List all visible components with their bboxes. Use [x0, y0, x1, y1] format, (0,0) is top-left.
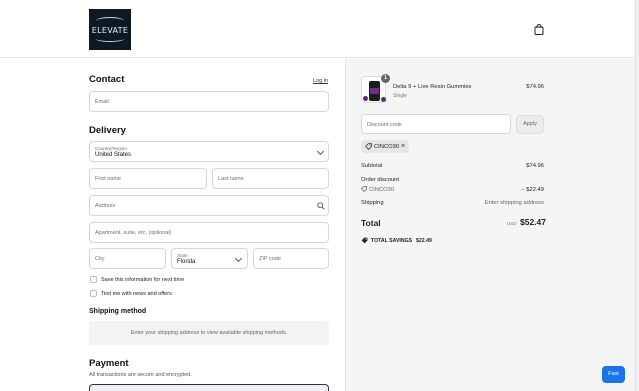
save-info-checkbox[interactable]	[90, 276, 97, 283]
applied-code-label: CINCO30	[374, 143, 400, 150]
last-name-field[interactable]: Last name	[212, 168, 329, 189]
tag-icon	[365, 143, 372, 150]
chevron-down-icon	[316, 147, 325, 156]
discount-placeholder: Discount code	[367, 122, 402, 128]
payment-subtitle: All transactions are secure and encrypte…	[89, 372, 192, 378]
payment-method-option[interactable]	[89, 384, 329, 391]
order-summary	[345, 59, 635, 391]
savings-label: TOTAL SAVINGS	[371, 238, 413, 244]
email-placeholder: Email	[95, 99, 109, 105]
email-field[interactable]: Email	[89, 91, 329, 112]
product-name: Delta 9 + Live Resin Gummies	[393, 84, 472, 90]
product-price: $74.96	[526, 84, 544, 90]
text-me-label: Text me with news and offers	[101, 291, 172, 297]
product-variant: Single	[393, 93, 407, 99]
contact-heading: Contact	[89, 74, 125, 85]
state-value: Florida	[177, 259, 196, 265]
product-jar	[369, 81, 380, 101]
country-value: United States	[95, 152, 132, 158]
tag-icon	[361, 186, 367, 192]
discount-code-field[interactable]: Discount code	[361, 114, 511, 134]
login-link[interactable]: Log in	[313, 78, 328, 84]
first-name-placeholder: First name	[95, 176, 121, 182]
logo-arc-bottom	[96, 36, 124, 42]
gummy-decoration	[363, 96, 368, 101]
shipping-method-heading: Shipping method	[89, 308, 147, 315]
gummy-decoration	[381, 97, 386, 102]
zip-placeholder: ZIP code	[259, 256, 281, 262]
discount-code-label: CINCO30	[369, 187, 395, 193]
state-select[interactable]: State Florida	[171, 248, 248, 269]
state-label: State	[177, 253, 188, 258]
shipping-method-message: Enter your shipping address to view avai…	[130, 330, 288, 336]
city-field[interactable]: City	[89, 248, 166, 269]
shipping-method-message-box: Enter your shipping address to view avai…	[89, 321, 329, 345]
store-logo[interactable]: ELEVATE	[89, 9, 131, 50]
savings-tag-icon	[361, 237, 368, 244]
text-me-checkbox[interactable]	[90, 290, 97, 297]
shopping-bag-icon[interactable]	[534, 24, 544, 35]
shipping-value: Enter shipping address	[484, 200, 544, 206]
zip-field[interactable]: ZIP code	[253, 248, 329, 269]
address-field[interactable]: Address	[89, 195, 329, 216]
search-icon	[317, 202, 325, 210]
delivery-heading: Delivery	[89, 125, 126, 136]
page-scrollbar[interactable]	[635, 0, 639, 391]
apply-button[interactable]: Apply	[516, 115, 544, 134]
logo-text: ELEVATE	[91, 26, 129, 35]
country-select[interactable]: Country/Region United States	[89, 141, 329, 162]
first-name-field[interactable]: First name	[89, 168, 207, 189]
apartment-field[interactable]: Apartment, suite, etc. (optional)	[89, 222, 329, 243]
currency-label: USD	[507, 221, 517, 226]
logo-arc-top	[96, 17, 124, 25]
apartment-placeholder: Apartment, suite, etc. (optional)	[95, 230, 172, 236]
order-discount-label: Order discount	[361, 177, 400, 183]
applied-discount-chip: CINCO30 ×	[361, 140, 409, 153]
total-label: Total	[361, 218, 381, 228]
save-info-label: Save this information for next time	[101, 277, 185, 283]
address-placeholder: Address	[95, 203, 116, 209]
quantity-badge: 1	[381, 74, 390, 83]
payment-heading: Payment	[89, 358, 129, 369]
site-header: ELEVATE	[0, 0, 639, 58]
country-label: Country/Region	[95, 146, 127, 151]
subtotal-value: $74.96	[526, 163, 544, 169]
subtotal-label: Subtotal	[361, 163, 383, 169]
shipping-label: Shipping	[361, 200, 384, 206]
fast-checkout-button[interactable]: Fast	[602, 366, 625, 383]
total-value: $52.47	[520, 217, 546, 227]
savings-value: $22.49	[416, 238, 432, 244]
remove-discount-icon[interactable]: ×	[401, 143, 405, 150]
last-name-placeholder: Last name	[218, 176, 244, 182]
city-placeholder: City	[95, 256, 105, 262]
discount-value: − $22.49	[521, 187, 544, 193]
chevron-down-icon	[234, 254, 243, 263]
